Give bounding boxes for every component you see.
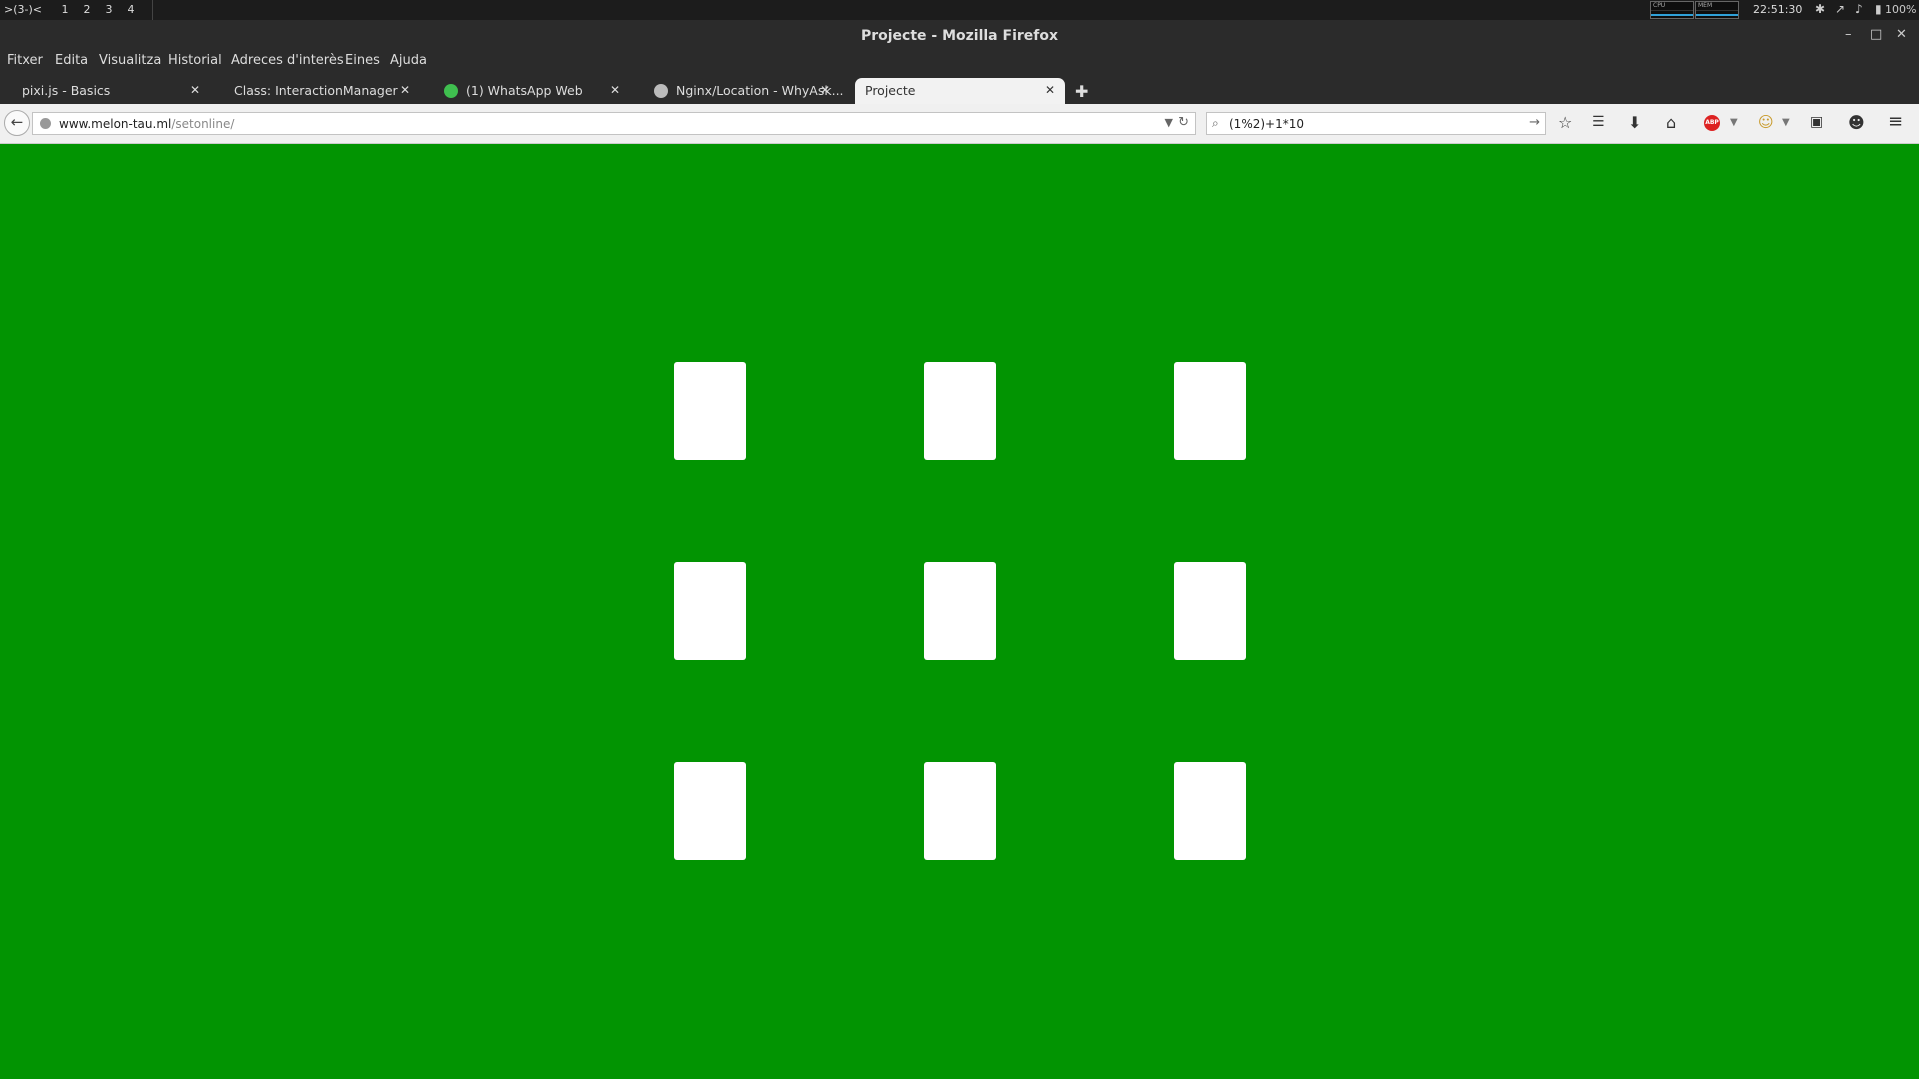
mem-graph: MEM — [1695, 1, 1739, 19]
menu-adreces[interactable]: Adreces d'interès — [231, 53, 344, 68]
close-tab-icon[interactable]: ✕ — [1045, 83, 1055, 97]
tab-strip: pixi.js - Basics ✕ Class: InteractionMan… — [0, 78, 1919, 104]
bluetooth-icon[interactable]: ✱ — [1815, 2, 1825, 16]
adblock-dropdown-icon[interactable]: ▼ — [1730, 117, 1738, 128]
card-r2c1[interactable] — [674, 562, 746, 660]
close-tab-icon[interactable]: ✕ — [190, 83, 200, 97]
maximize-icon[interactable]: □ — [1870, 27, 1882, 42]
menu-edita[interactable]: Edita — [55, 53, 88, 68]
battery-icon: ▮ — [1875, 2, 1882, 16]
battery-level: 100% — [1885, 3, 1917, 16]
close-tab-icon[interactable]: ✕ — [610, 83, 620, 97]
tab-label: pixi.js - Basics — [22, 83, 111, 98]
tab-interaction-manager[interactable]: Class: InteractionManager ✕ — [210, 78, 420, 104]
search-go-icon[interactable]: → — [1529, 115, 1540, 130]
mem-label: MEM — [1698, 2, 1713, 9]
search-bar[interactable]: ⌕ (1%2)+1*10 → — [1206, 112, 1546, 135]
tab-label: Nginx/Location - WhyAsk... — [676, 83, 844, 98]
search-icon: ⌕ — [1212, 116, 1219, 130]
hamburger-menu-icon[interactable]: ≡ — [1888, 111, 1903, 132]
clock: 22:51:30 — [1753, 3, 1803, 16]
tab-whatsapp[interactable]: (1) WhatsApp Web ✕ — [420, 78, 630, 104]
bookmark-star-icon[interactable]: ☆ — [1558, 113, 1572, 132]
close-tab-icon[interactable]: ✕ — [820, 83, 830, 97]
workspace-3[interactable]: 3 — [100, 3, 118, 16]
tab-label: Class: InteractionManager — [234, 83, 398, 98]
url-text: www.melon-tau.ml/setonline/ — [59, 117, 234, 131]
url-path: /setonline/ — [171, 117, 235, 131]
cpu-graph: CPU — [1650, 1, 1694, 19]
card-r1c2[interactable] — [924, 362, 996, 460]
canvas-area[interactable] — [0, 144, 1919, 1079]
tab-nginx-location[interactable]: Nginx/Location - WhyAsk... ✕ — [630, 78, 844, 104]
card-r3c1[interactable] — [674, 762, 746, 860]
history-dropdown-icon[interactable]: ▼ — [1165, 116, 1173, 129]
tab-projecte[interactable]: Projecte ✕ — [855, 78, 1065, 104]
card-r3c3[interactable] — [1174, 762, 1246, 860]
tab-label: Projecte — [865, 83, 916, 98]
menu-bar: Fitxer Edita Visualitza Historial Adrece… — [0, 52, 1919, 78]
arrow-left-icon: ← — [10, 113, 24, 131]
search-value: (1%2)+1*10 — [1229, 117, 1304, 131]
site-identity-icon[interactable] — [40, 118, 51, 129]
workspace-1[interactable]: 1 — [56, 3, 74, 22]
greasemonkey-dropdown-icon[interactable]: ▼ — [1782, 117, 1790, 128]
downloads-icon[interactable]: ⬇ — [1628, 113, 1641, 132]
chat-icon[interactable]: ☻ — [1848, 113, 1865, 132]
close-window-icon[interactable]: ✕ — [1896, 27, 1907, 42]
url-domain: www.melon-tau.ml — [59, 117, 172, 131]
card-r1c1[interactable] — [674, 362, 746, 460]
panel-divider — [152, 0, 153, 20]
volume-icon[interactable]: ♪ — [1855, 2, 1863, 16]
reading-list-icon[interactable]: ☰ — [1592, 114, 1605, 130]
window-titlebar: Projecte - Mozilla Firefox – □ ✕ — [0, 20, 1919, 52]
new-tab-icon[interactable]: ✚ — [1075, 82, 1088, 101]
back-button[interactable]: ← — [4, 110, 30, 136]
globe-icon — [654, 84, 668, 98]
menu-fitxer[interactable]: Fitxer — [7, 53, 43, 68]
tab-label: (1) WhatsApp Web — [466, 83, 583, 98]
url-bar[interactable]: www.melon-tau.ml/setonline/ ▼ ↻ — [32, 112, 1196, 135]
network-icon[interactable]: ↗ — [1835, 2, 1845, 16]
workspace-2[interactable]: 2 — [78, 3, 96, 16]
card-r3c2[interactable] — [924, 762, 996, 860]
tab-pixi-basics[interactable]: pixi.js - Basics ✕ — [0, 78, 210, 104]
desktop-panel: >(3-)< 1 2 3 4 CPU MEM 22:51:30 ✱ ↗ ♪ ▮ … — [0, 0, 1919, 22]
adblock-icon[interactable]: ABP — [1704, 115, 1720, 131]
workspace-4[interactable]: 4 — [122, 3, 140, 16]
navigation-toolbar: ← www.melon-tau.ml/setonline/ ▼ ↻ ⌕ (1%2… — [0, 104, 1919, 144]
whatsapp-icon — [444, 84, 458, 98]
minimize-icon[interactable]: – — [1845, 27, 1852, 42]
greasemonkey-icon[interactable]: ☺ — [1758, 113, 1774, 131]
close-tab-icon[interactable]: ✕ — [400, 83, 410, 97]
screenshot-icon[interactable]: ▣ — [1810, 114, 1823, 130]
card-r1c3[interactable] — [1174, 362, 1246, 460]
menu-eines[interactable]: Eines — [345, 53, 380, 68]
menu-ajuda[interactable]: Ajuda — [390, 53, 427, 68]
menu-visualitza[interactable]: Visualitza — [99, 53, 161, 68]
cpu-label: CPU — [1653, 2, 1666, 9]
window-title: Projecte - Mozilla Firefox — [860, 28, 1059, 44]
home-icon[interactable]: ⌂ — [1666, 113, 1676, 132]
card-r2c3[interactable] — [1174, 562, 1246, 660]
reload-icon[interactable]: ↻ — [1178, 115, 1189, 130]
menu-historial[interactable]: Historial — [168, 53, 222, 68]
launcher-label[interactable]: >(3-)< — [4, 3, 42, 16]
card-r2c2[interactable] — [924, 562, 996, 660]
